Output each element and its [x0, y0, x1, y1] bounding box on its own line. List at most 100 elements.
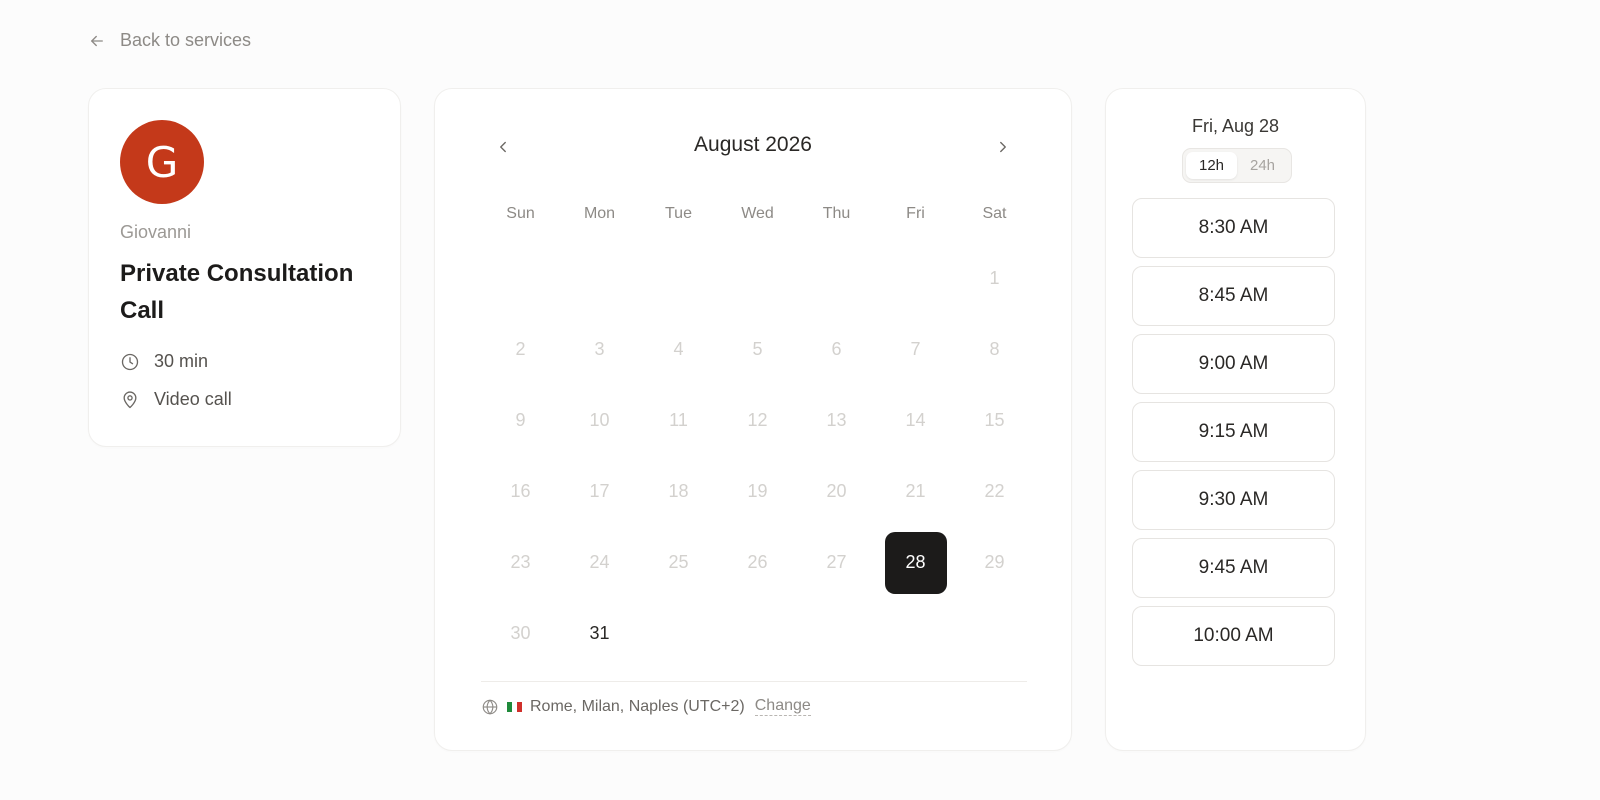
- day-cell: 27: [797, 527, 876, 598]
- empty-day-cell: [481, 243, 560, 314]
- day-cell: 3: [560, 314, 639, 385]
- day-cell: 18: [639, 456, 718, 527]
- host-name: Giovanni: [120, 222, 192, 242]
- italy-flag-icon: [507, 701, 522, 712]
- divider: [481, 681, 1027, 682]
- day-cell: 10: [560, 385, 639, 456]
- day-cell: 9: [481, 385, 560, 456]
- time-slot-button[interactable]: 9:00 AM: [1132, 334, 1335, 394]
- day-cell: 29: [955, 527, 1034, 598]
- calendar-header: August 2026: [435, 129, 1071, 165]
- time-slot-button[interactable]: 9:15 AM: [1132, 402, 1335, 462]
- back-to-services-link[interactable]: Back to services: [88, 30, 251, 51]
- weekday-label: Sat: [982, 205, 1007, 222]
- time-slot-button[interactable]: 9:30 AM: [1132, 470, 1335, 530]
- day-cell: 24: [560, 527, 639, 598]
- day-cell: 1: [955, 243, 1034, 314]
- day-cell: 25: [639, 527, 718, 598]
- day-cell: 16: [481, 456, 560, 527]
- empty-day-cell: [639, 243, 718, 314]
- time-slot-button[interactable]: 8:45 AM: [1132, 266, 1335, 326]
- empty-day-cell: [718, 243, 797, 314]
- back-link-label: Back to services: [120, 30, 252, 50]
- day-button: 6: [831, 339, 842, 359]
- day-cell: 7: [876, 314, 955, 385]
- weekday-label: Mon: [583, 205, 616, 222]
- day-button: 15: [984, 410, 1005, 430]
- format-12h-option[interactable]: 12h: [1186, 152, 1237, 179]
- day-cell: 6: [797, 314, 876, 385]
- avatar: G: [120, 120, 204, 204]
- day-cell: 12: [718, 385, 797, 456]
- time-slot-button[interactable]: 8:30 AM: [1132, 198, 1335, 258]
- day-cell: 2: [481, 314, 560, 385]
- selected-date-label: Fri, Aug 28: [1191, 116, 1280, 136]
- day-cell: 23: [481, 527, 560, 598]
- scroll-fade: [1132, 689, 1335, 709]
- day-button: 1: [989, 268, 1000, 288]
- day-cell: 21: [876, 456, 955, 527]
- weekday-label: Tue: [665, 205, 692, 222]
- day-cell: 17: [560, 456, 639, 527]
- day-cell: 31: [560, 598, 639, 669]
- day-button: 21: [905, 481, 926, 501]
- service-title: Private Consultation Call: [120, 260, 354, 324]
- day-cell: 28: [876, 527, 955, 598]
- day-cell: 20: [797, 456, 876, 527]
- day-button: 2: [515, 339, 526, 359]
- day-button: 25: [668, 552, 689, 572]
- day-cell: 19: [718, 456, 797, 527]
- weekday-header: Sun Mon Tue Wed Thu Fri Sat: [481, 205, 1034, 223]
- time-slot-button[interactable]: 9:45 AM: [1132, 538, 1335, 598]
- day-button: 3: [594, 339, 605, 359]
- day-cell: 15: [955, 385, 1034, 456]
- day-button: 24: [589, 552, 610, 572]
- day-button: 5: [752, 339, 763, 359]
- change-timezone-link[interactable]: Change: [754, 697, 811, 716]
- empty-day-cell: [876, 243, 955, 314]
- calendar-card: August 2026 Sun Mon Tue Wed Thu Fri Sat …: [434, 88, 1072, 751]
- chevron-right-icon: [1000, 141, 1006, 153]
- weekday-label: Fri: [906, 205, 925, 222]
- month-label: August 2026: [694, 133, 812, 156]
- day-cell: 4: [639, 314, 718, 385]
- day-button: 20: [826, 481, 847, 501]
- day-button: 14: [905, 410, 926, 430]
- empty-day-cell: [797, 243, 876, 314]
- day-button[interactable]: 31: [569, 603, 631, 665]
- time-slot-button[interactable]: 10:00 AM: [1132, 606, 1335, 666]
- day-button: 7: [910, 339, 921, 359]
- format-24h-option[interactable]: 24h: [1237, 152, 1288, 179]
- time-slots-list[interactable]: 8:30 AM 8:45 AM 9:00 AM 9:15 AM 9:30 AM …: [1132, 198, 1335, 708]
- day-button: 8: [989, 339, 1000, 359]
- day-button: 23: [510, 552, 531, 572]
- day-button: 29: [984, 552, 1005, 572]
- time-format-toggle: 12h 24h: [1182, 148, 1292, 183]
- day-button: 19: [747, 481, 768, 501]
- next-month-button[interactable]: [985, 129, 1021, 165]
- clock-icon: [121, 353, 139, 370]
- day-button: 22: [984, 481, 1005, 501]
- weekday-label: Wed: [741, 205, 774, 222]
- time-slots-card: Fri, Aug 28 12h 24h 8:30 AM 8:45 AM 9:00…: [1105, 88, 1366, 751]
- day-button: 26: [747, 552, 768, 572]
- day-button: 11: [669, 410, 688, 430]
- day-button: 16: [510, 481, 531, 501]
- day-button: 4: [673, 339, 684, 359]
- avatar-initial: G: [145, 137, 179, 187]
- day-cell: 26: [718, 527, 797, 598]
- location-label: Video call: [154, 389, 232, 409]
- day-button: 30: [510, 623, 531, 643]
- day-button: 9: [515, 410, 526, 430]
- selected-day-button[interactable]: 28: [884, 531, 947, 594]
- day-cell: 22: [955, 456, 1034, 527]
- map-pin-icon: [123, 390, 137, 408]
- location-row: Video call: [120, 389, 369, 410]
- day-button: 17: [589, 481, 610, 501]
- arrow-left-icon: [91, 35, 103, 46]
- day-button: 10: [589, 410, 610, 430]
- duration-label: 30 min: [154, 351, 209, 371]
- day-cell: 30: [481, 598, 560, 669]
- day-cell: 11: [639, 385, 718, 456]
- day-button: 12: [747, 410, 768, 430]
